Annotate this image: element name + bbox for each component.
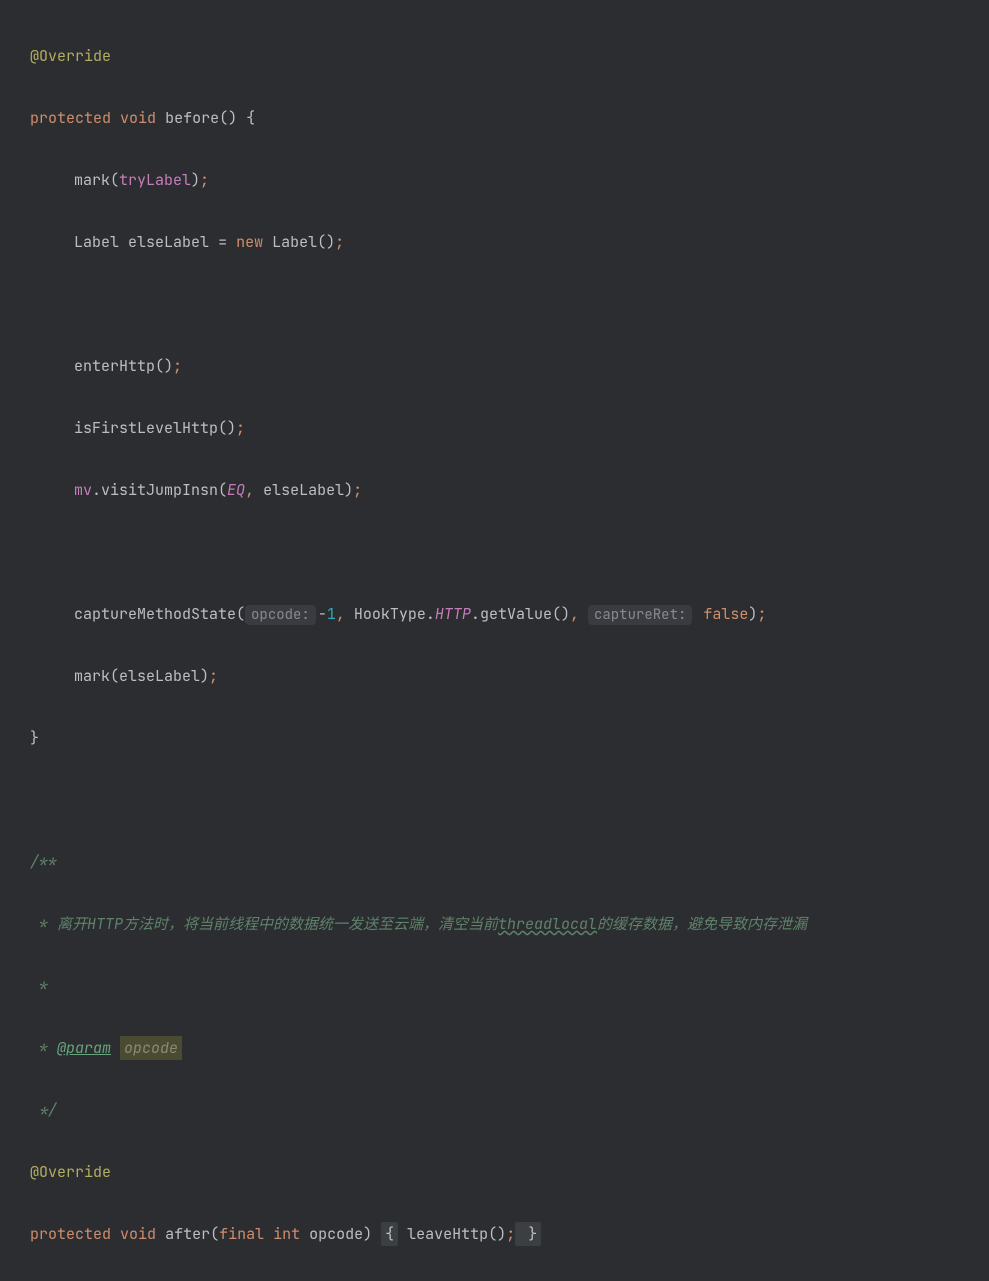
code-line: mark(elseLabel); [30, 661, 989, 692]
code-line: @Override [30, 1157, 989, 1188]
code-line: protected void before() { [30, 103, 989, 134]
method-after: after [165, 1224, 210, 1244]
code-line: enterHttp(); [30, 351, 989, 382]
code-line: } [30, 723, 989, 754]
code-line-empty [30, 537, 989, 568]
code-line: captureMethodState(opcode:-1, HookType.H… [30, 599, 989, 630]
code-line: mark(tryLabel); [30, 165, 989, 196]
comment-line: */ [30, 1095, 989, 1126]
javadoc-param-name: opcode [120, 1036, 182, 1060]
comment-line: * @param opcode [30, 1033, 989, 1064]
code-line: Label elseLabel = new Label(); [30, 227, 989, 258]
folded-brace-close[interactable]: } [515, 1222, 541, 1246]
code-line: isFirstLevelHttp(); [30, 413, 989, 444]
code-line: @Override [30, 41, 989, 72]
comment-line: /** [30, 847, 989, 878]
code-line-empty [30, 785, 989, 816]
code-line-empty [30, 289, 989, 320]
comment-line: * 离开HTTP方法时，将当前线程中的数据统一发送至云端，清空当前threadl… [30, 909, 989, 940]
param-hint-captureret: captureRet: [588, 605, 692, 625]
typo-threadlocal: threadlocal [498, 914, 597, 934]
method-before: before [165, 108, 219, 128]
code-line: mv.visitJumpInsn(EQ, elseLabel); [30, 475, 989, 506]
folded-brace-open[interactable]: { [381, 1222, 398, 1246]
javadoc-param-tag: @param [57, 1038, 111, 1058]
code-line: protected void after(final int opcode) {… [30, 1219, 989, 1250]
code-editor[interactable]: @Override protected void before() { mark… [0, 10, 989, 1281]
comment-line: * [30, 971, 989, 1002]
param-hint-opcode: opcode: [245, 605, 316, 625]
annotation-override: @Override [30, 46, 111, 66]
annotation-override: @Override [30, 1162, 111, 1182]
